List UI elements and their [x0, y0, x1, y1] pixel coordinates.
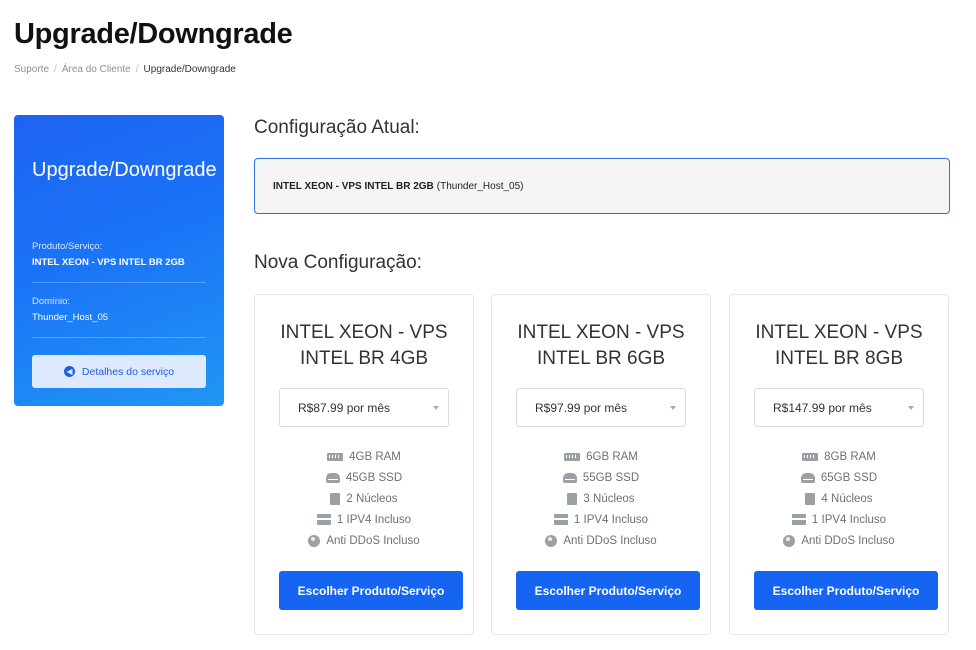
feature-ssd: 55GB SSD [492, 467, 710, 488]
service-details-button[interactable]: ◀ Detalhes do serviço [32, 355, 206, 388]
breadcrumb-separator: / [54, 64, 57, 75]
feature-ddos: Anti DDoS Incluso [492, 530, 710, 551]
feature-ipv4: 1 IPV4 Incluso [730, 509, 948, 530]
plan-title-line1: INTEL XEON - VPS [755, 322, 923, 343]
feature-text: Anti DDoS Incluso [563, 534, 657, 547]
memory-icon [327, 452, 344, 461]
sidebar-domain-block: Domínio: Thunder_Host_05 [32, 296, 206, 323]
plan-title-line2: INTEL BR 8GB [774, 348, 904, 369]
current-product-domain: (Thunder_Host_05) [436, 180, 524, 192]
chevron-down-icon [670, 406, 676, 410]
feature-text: 6GB RAM [586, 450, 638, 463]
memory-icon [802, 452, 819, 461]
sidebar-domain-label: Domínio: [32, 296, 71, 307]
cpu-icon [328, 492, 343, 505]
sidebar-divider [32, 337, 206, 338]
plan-title: INTEL XEON - VPS INTEL BR 4GB [255, 320, 473, 372]
breadcrumb-separator: / [135, 64, 139, 75]
price-value: R$147.99 por mês [773, 400, 872, 415]
plan-title-line2: INTEL BR 6GB [536, 348, 666, 369]
plan-title-line2: INTEL BR 4GB [299, 348, 429, 369]
breadcrumb-item-area-cliente[interactable]: Área do Cliente [62, 64, 131, 75]
server-icon [316, 514, 331, 525]
plan-card-4gb: INTEL XEON - VPS INTEL BR 4GB R$87.99 po… [254, 294, 474, 635]
sidebar-divider [32, 282, 206, 283]
feature-ssd: 65GB SSD [730, 467, 948, 488]
feature-text: Anti DDoS Incluso [326, 534, 420, 547]
chevron-down-icon [908, 406, 914, 410]
feature-text: 4GB RAM [349, 450, 401, 463]
sidebar-domain-value: Thunder_Host_05 [32, 312, 109, 323]
feature-text: 1 IPV4 Incluso [573, 513, 649, 526]
plan-card-8gb: INTEL XEON - VPS INTEL BR 8GB R$147.99 p… [729, 294, 949, 635]
current-product-name: INTEL XEON - VPS INTEL BR 2GB [273, 180, 434, 192]
feature-ddos: Anti DDoS Incluso [730, 530, 948, 551]
feature-text: 2 Núcleos [346, 492, 398, 505]
feature-text: 1 IPV4 Incluso [336, 513, 412, 526]
feature-ipv4: 1 IPV4 Incluso [492, 509, 710, 530]
feature-ram: 6GB RAM [492, 446, 710, 467]
feature-list: 4GB RAM 45GB SSD 2 Núcleos 1 IPV4 Inclus… [255, 446, 473, 551]
feature-text: Anti DDoS Incluso [801, 534, 895, 547]
price-value: R$97.99 por mês [535, 400, 628, 415]
feature-cores: 2 Núcleos [255, 488, 473, 509]
hdd-icon [800, 472, 815, 483]
service-details-label: Detalhes do serviço [81, 365, 175, 378]
feature-ssd: 45GB SSD [255, 467, 473, 488]
breadcrumb: Suporte / Área do Cliente / Upgrade/Down… [14, 64, 236, 75]
breadcrumb-item-current: Upgrade/Downgrade [143, 64, 236, 75]
sidebar-title: Upgrade/Downgrade [32, 159, 217, 181]
hdd-icon [325, 472, 340, 483]
feature-list: 8GB RAM 65GB SSD 4 Núcleos 1 IPV4 Inclus… [730, 446, 948, 551]
feature-text: 45GB SSD [345, 471, 403, 484]
feature-cores: 3 Núcleos [492, 488, 710, 509]
billing-cycle-select[interactable]: R$97.99 por mês [516, 388, 686, 427]
feature-ipv4: 1 IPV4 Incluso [255, 509, 473, 530]
server-icon [791, 514, 806, 525]
billing-cycle-select[interactable]: R$87.99 por mês [279, 388, 449, 427]
plan-title-line1: INTEL XEON - VPS [280, 322, 448, 343]
sidebar-product-block: Produto/Serviço: INTEL XEON - VPS INTEL … [32, 241, 206, 268]
memory-icon [564, 452, 581, 461]
feature-text: 8GB RAM [824, 450, 876, 463]
choose-product-button[interactable]: Escolher Produto/Serviço [754, 571, 938, 610]
plan-title-line1: INTEL XEON - VPS [517, 322, 685, 343]
globe-icon [783, 534, 796, 547]
hdd-icon [562, 472, 577, 483]
current-config-heading: Configuração Atual: [254, 117, 420, 138]
plan-card-6gb: INTEL XEON - VPS INTEL BR 6GB R$97.99 po… [491, 294, 711, 635]
feature-text: 4 Núcleos [821, 492, 873, 505]
feature-text: 1 IPV4 Incluso [811, 513, 887, 526]
chevron-down-icon [433, 406, 439, 410]
sidebar-product-value: INTEL XEON - VPS INTEL BR 2GB [32, 257, 185, 268]
globe-icon [308, 534, 321, 547]
feature-cores: 4 Núcleos [730, 488, 948, 509]
new-config-heading: Nova Configuração: [254, 252, 422, 273]
sidebar-panel: Upgrade/Downgrade Produto/Serviço: INTEL… [14, 115, 224, 406]
choose-product-button[interactable]: Escolher Produto/Serviço [279, 571, 463, 610]
choose-product-button[interactable]: Escolher Produto/Serviço [516, 571, 700, 610]
plan-title: INTEL XEON - VPS INTEL BR 6GB [492, 320, 710, 372]
plan-title: INTEL XEON - VPS INTEL BR 8GB [730, 320, 948, 372]
cpu-icon [803, 492, 818, 505]
feature-ddos: Anti DDoS Incluso [255, 530, 473, 551]
feature-ram: 8GB RAM [730, 446, 948, 467]
sidebar-product-label: Produto/Serviço: [32, 241, 103, 252]
billing-cycle-select[interactable]: R$147.99 por mês [754, 388, 924, 427]
breadcrumb-item-suporte[interactable]: Suporte [14, 64, 49, 75]
arrow-circle-left-icon: ◀ [63, 366, 75, 377]
globe-icon [545, 534, 558, 547]
page-title: Upgrade/Downgrade [14, 18, 293, 50]
feature-ram: 4GB RAM [255, 446, 473, 467]
current-config-box: INTEL XEON - VPS INTEL BR 2GB (Thunder_H… [254, 158, 950, 214]
price-value: R$87.99 por mês [298, 400, 391, 415]
feature-text: 3 Núcleos [583, 492, 635, 505]
cpu-icon [565, 492, 580, 505]
feature-text: 55GB SSD [582, 471, 640, 484]
server-icon [553, 514, 568, 525]
feature-text: 65GB SSD [820, 471, 878, 484]
feature-list: 6GB RAM 55GB SSD 3 Núcleos 1 IPV4 Inclus… [492, 446, 710, 551]
